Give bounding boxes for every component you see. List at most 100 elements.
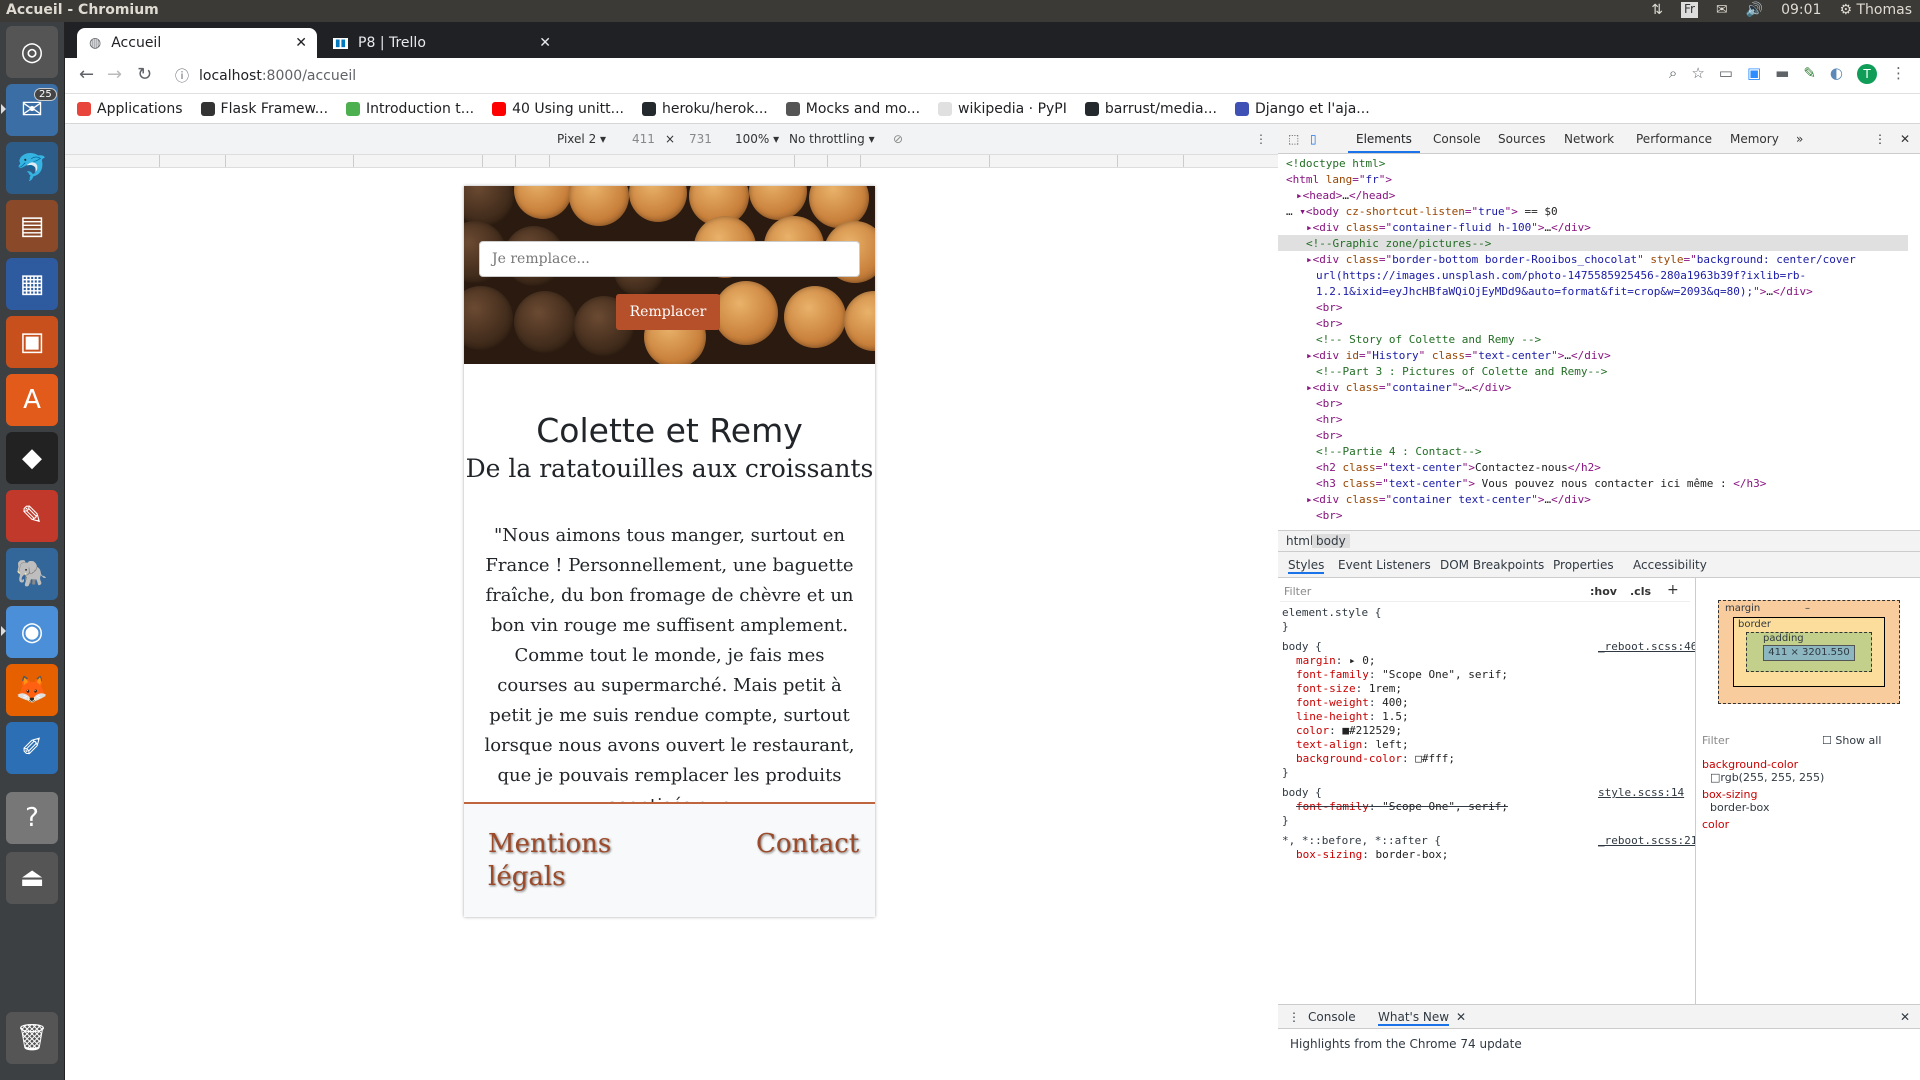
tab-dom-breakpoints[interactable]: DOM Breakpoints: [1440, 558, 1544, 572]
tab-performance[interactable]: Performance: [1636, 132, 1712, 146]
drawer-menu-icon[interactable]: ⋮: [1288, 1010, 1300, 1024]
dom-node-line[interactable]: <!--Partie 4 : Contact-->: [1316, 444, 1482, 460]
dom-node-line[interactable]: <hr>: [1316, 412, 1343, 428]
extension-icon[interactable]: ▭: [1719, 64, 1733, 84]
tab-elements[interactable]: Elements: [1356, 132, 1412, 146]
back-button[interactable]: ←: [79, 64, 94, 85]
dom-node-line[interactable]: <br>: [1316, 428, 1343, 444]
tab-accueil[interactable]: ◍ Accueil ✕: [77, 28, 317, 58]
dom-node-line[interactable]: <html lang="fr">: [1286, 172, 1392, 188]
media-query-ruler[interactable]: [65, 154, 1278, 168]
dom-node-line[interactable]: <br>: [1316, 508, 1343, 524]
box-model-content[interactable]: 411 × 3201.550: [1763, 645, 1855, 661]
css-declaration[interactable]: background-color: □#fff;: [1296, 752, 1455, 766]
bookmark-item[interactable]: Applications: [77, 101, 183, 117]
box-model-border[interactable]: border padding 411 × 3201.550: [1733, 617, 1885, 687]
replace-button[interactable]: Remplacer: [616, 294, 720, 330]
bookmark-item[interactable]: Flask Framew...: [200, 101, 328, 117]
editor-icon[interactable]: ✐: [6, 722, 58, 774]
css-selector[interactable]: body {: [1282, 640, 1322, 654]
tab-trello[interactable]: ▮▮ P8 | Trello ✕: [321, 28, 561, 58]
computed-property[interactable]: color: [1702, 818, 1912, 831]
device-width[interactable]: 411: [632, 132, 655, 146]
dom-node-line[interactable]: <h2 class="text-center">Contactez-nous</…: [1316, 460, 1601, 476]
dom-node-line[interactable]: … ▾<body cz-shortcut-listen="true"> == $…: [1286, 204, 1558, 220]
extension-icon[interactable]: ✎: [1803, 64, 1816, 84]
trash-icon[interactable]: 🗑: [6, 1012, 58, 1064]
volume-icon[interactable]: 🔊: [1746, 2, 1763, 18]
computed-property[interactable]: background-color □rgb(255, 255, 255): [1702, 758, 1912, 784]
new-rule-icon[interactable]: +: [1667, 583, 1679, 597]
mail-icon[interactable]: ✉: [1716, 2, 1728, 18]
postgresql-icon[interactable]: 🐘: [6, 548, 58, 600]
help-icon[interactable]: ?: [6, 792, 58, 844]
css-selector[interactable]: element.style {: [1282, 606, 1381, 620]
device-menu-icon[interactable]: ⋮: [1255, 132, 1267, 146]
file-manager-icon[interactable]: ▤: [6, 200, 58, 252]
box-model-margin[interactable]: margin – border padding 411 × 3201.550: [1718, 600, 1900, 704]
dom-node-line[interactable]: 1.2.1&ixid=eyJhcHBfaWQiOjEyMDd9&auto=for…: [1316, 284, 1813, 300]
software-center-icon[interactable]: A: [6, 374, 58, 426]
stylesheet-source-link[interactable]: _reboot.scss:21: [1598, 834, 1695, 848]
zoom-select[interactable]: 100% ▾: [735, 132, 779, 146]
show-all-checkbox[interactable]: ☐ Show all: [1822, 734, 1881, 747]
more-tabs-icon[interactable]: »: [1796, 132, 1803, 146]
tab-styles[interactable]: Styles: [1288, 558, 1325, 574]
tab-accessibility[interactable]: Accessibility: [1633, 558, 1707, 572]
dom-node-line[interactable]: ▸<div class="container text-center">…</d…: [1306, 492, 1591, 508]
bookmark-item[interactable]: barrust/media...: [1084, 101, 1217, 117]
forward-button[interactable]: →: [107, 64, 122, 85]
inspect-element-icon[interactable]: ⬚: [1288, 132, 1299, 146]
close-drawer-icon[interactable]: ✕: [1900, 1010, 1910, 1024]
close-whats-new-icon[interactable]: ✕: [1456, 1010, 1466, 1024]
usb-drive-icon[interactable]: ⏏: [6, 852, 58, 904]
tab-memory[interactable]: Memory: [1730, 132, 1779, 146]
chromium-icon[interactable]: ◉: [1, 606, 58, 658]
styles-filter[interactable]: Filter :hov .cls +: [1280, 582, 1690, 602]
close-devtools-icon[interactable]: ✕: [1900, 132, 1910, 146]
keyboard-lang-indicator[interactable]: Fr: [1680, 2, 1698, 18]
dom-node-line[interactable]: <br>: [1316, 396, 1343, 412]
legal-notice-link[interactable]: Mentions légals: [488, 828, 618, 894]
close-tab-icon[interactable]: ✕: [539, 35, 551, 51]
computed-property[interactable]: box-sizing border-box: [1702, 788, 1912, 814]
close-tab-icon[interactable]: ✕: [295, 35, 307, 51]
bookmark-item[interactable]: Mocks and mo...: [785, 101, 920, 117]
bookmark-item[interactable]: heroku/herok...: [642, 101, 768, 117]
rule-close-brace[interactable]: }: [1282, 620, 1289, 634]
writer-icon[interactable]: ▦: [6, 258, 58, 310]
dom-node-line[interactable]: url(https://images.unsplash.com/photo-14…: [1316, 268, 1806, 284]
rule-close-brace[interactable]: }: [1282, 766, 1289, 780]
settings-tools-icon[interactable]: ✎: [6, 490, 58, 542]
device-select[interactable]: Pixel 2 ▾: [557, 132, 606, 146]
dom-node-line[interactable]: <h3 class="text-center"> Vous pouvez nou…: [1316, 476, 1766, 492]
firefox-icon[interactable]: 🦊: [6, 664, 58, 716]
throttle-select[interactable]: No throttling ▾: [789, 132, 875, 146]
user-menu[interactable]: ⚙ Thomas: [1839, 2, 1912, 18]
dash-home-icon[interactable]: ◎: [6, 26, 58, 78]
css-declaration[interactable]: box-sizing: border-box;: [1296, 848, 1448, 862]
tab-console[interactable]: Console: [1433, 132, 1481, 146]
browser-menu-icon[interactable]: ⋮: [1891, 64, 1906, 84]
extension-icon[interactable]: ◐: [1830, 64, 1843, 84]
device-height[interactable]: 731: [689, 132, 712, 146]
css-declaration[interactable]: color: ■#212529;: [1296, 724, 1402, 738]
mysql-workbench-icon[interactable]: 🐬: [6, 142, 58, 194]
inkscape-icon[interactable]: ◆: [6, 432, 58, 484]
filter-input[interactable]: Filter: [1284, 585, 1311, 599]
css-declaration[interactable]: font-size: 1rem;: [1296, 682, 1402, 696]
dom-node-line[interactable]: ▸<head>…</head>: [1296, 188, 1395, 204]
dom-node-line[interactable]: <br>: [1316, 316, 1343, 332]
info-icon[interactable]: ⓘ: [175, 66, 189, 86]
stylesheet-source-link[interactable]: style.scss:14: [1598, 786, 1684, 800]
dom-node-line[interactable]: <!--Graphic zone/pictures-->: [1306, 236, 1491, 252]
dom-node-line[interactable]: <br>: [1316, 300, 1343, 316]
zoom-icon[interactable]: ⌕: [1669, 64, 1677, 84]
drawer-tab-whats-new[interactable]: What's New: [1378, 1010, 1450, 1026]
bookmark-item[interactable]: wikipedia · PyPI: [938, 101, 1067, 117]
hover-state-toggle[interactable]: :hov: [1590, 585, 1617, 599]
extension-icon[interactable]: ▣: [1747, 64, 1761, 84]
css-declaration[interactable]: font-weight: 400;: [1296, 696, 1409, 710]
tab-event-listeners[interactable]: Event Listeners: [1338, 558, 1431, 572]
bookmark-item[interactable]: 40 Using unitt...: [492, 101, 624, 117]
